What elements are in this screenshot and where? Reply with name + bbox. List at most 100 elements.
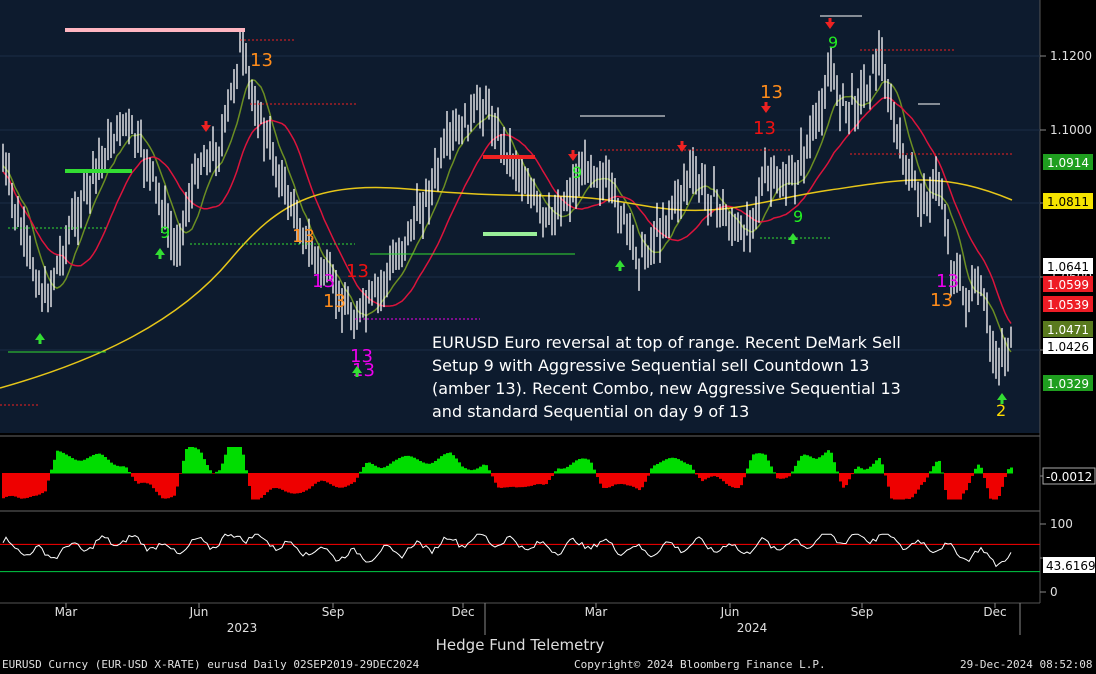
demark-count-label: 13 — [760, 82, 783, 103]
oscillator-bar — [707, 473, 710, 478]
oscillator-bar — [377, 467, 380, 474]
oscillator-bar — [308, 473, 311, 489]
oscillator-bar — [755, 453, 758, 474]
oscillator-bar — [488, 470, 491, 474]
oscillator-bar — [965, 473, 968, 491]
oscillator-bar — [476, 468, 479, 474]
oscillator-bar — [767, 460, 770, 474]
oscillator-bar — [266, 473, 269, 493]
oscillator-bar — [689, 464, 692, 474]
oscillator-bar — [896, 473, 899, 500]
oscillator-bar — [947, 473, 950, 500]
oscillator-bar — [356, 473, 359, 478]
price-level-label: 1.0914 — [1047, 156, 1089, 170]
oscillator-bar — [239, 447, 242, 474]
oscillator-bar — [842, 473, 845, 488]
oscillator-bar — [335, 473, 338, 488]
oscillator-bar — [521, 473, 524, 488]
month-label: Sep — [851, 605, 874, 619]
oscillator-bar — [11, 473, 14, 496]
oscillator-bar — [611, 473, 614, 487]
oscillator-bar — [590, 462, 593, 474]
oscillator-bar — [596, 473, 599, 478]
rsi-tick-label: 0 — [1050, 585, 1058, 599]
oscillator-bar — [242, 454, 245, 474]
oscillator-bar — [107, 459, 110, 474]
oscillator-bar — [173, 473, 176, 496]
oscillator-bar — [614, 473, 617, 485]
oscillator-bar — [491, 473, 494, 477]
month-label: Jun — [720, 605, 740, 619]
oscillator-bar — [620, 473, 623, 484]
oscillator-bar — [908, 473, 911, 499]
oscillator-bar — [317, 473, 320, 482]
oscillator-bar — [134, 473, 137, 482]
oscillator-bar — [737, 473, 740, 488]
oscillator-bar — [605, 473, 608, 488]
oscillator-bar — [1001, 473, 1004, 487]
oscillator-bar — [764, 454, 767, 474]
oscillator-bar — [395, 459, 398, 474]
oscillator-bar — [638, 473, 641, 491]
oscillator-bar — [371, 464, 374, 474]
oscillator-bar — [830, 452, 833, 474]
oscillator-bar — [761, 453, 764, 474]
oscillator-bar — [746, 468, 749, 474]
oscillator-bar — [251, 473, 254, 500]
oscillator-bar — [884, 473, 887, 476]
rsi-value-label: 43.6169 — [1046, 559, 1096, 573]
oscillator-bar — [257, 473, 260, 500]
oscillator-bar — [95, 453, 98, 474]
oscillator-bar — [179, 473, 182, 474]
oscillator-bar — [899, 473, 902, 500]
oscillator-bar — [677, 459, 680, 474]
year-label: 2024 — [737, 621, 768, 635]
oscillator-bar — [803, 454, 806, 474]
oscillator-bar — [749, 460, 752, 474]
oscillator-bar — [128, 471, 131, 474]
oscillator-bar — [290, 473, 293, 494]
demark-count-label: 9 — [572, 163, 582, 182]
oscillator-bar — [302, 473, 305, 492]
oscillator-bar — [680, 460, 683, 474]
oscillator-bar — [140, 473, 143, 483]
oscillator-bar — [800, 455, 803, 474]
oscillator-bar — [914, 473, 917, 494]
oscillator-bar — [458, 462, 461, 474]
oscillator-bar — [143, 473, 146, 483]
demark-count-label: 13 — [323, 291, 346, 312]
oscillator-bar — [479, 466, 482, 474]
oscillator-bar — [602, 473, 605, 488]
oscillator-bar — [326, 473, 329, 483]
oscillator-bar — [215, 471, 218, 474]
oscillator-bar — [164, 473, 167, 499]
oscillator-bar — [971, 473, 974, 476]
oscillator-bar — [83, 459, 86, 474]
oscillator-bar — [632, 473, 635, 487]
oscillator-bar — [968, 473, 971, 483]
oscillator-bar — [287, 473, 290, 493]
oscillator-bar — [17, 473, 20, 498]
oscillator-bar — [74, 459, 77, 474]
price-level-label: 1.0641 — [1047, 260, 1089, 274]
oscillator-bar — [89, 456, 92, 474]
oscillator-bar — [788, 473, 791, 477]
oscillator-bar — [905, 473, 908, 499]
oscillator-bar — [731, 473, 734, 488]
demark-count-label: 13 — [250, 50, 273, 71]
oscillator-bar — [446, 453, 449, 474]
oscillator-bar — [383, 467, 386, 474]
oscillator-bar — [941, 472, 944, 474]
oscillator-bar — [569, 464, 572, 474]
oscillator-bar — [293, 473, 296, 494]
oscillator-bar — [770, 466, 773, 474]
oscillator-bar — [692, 469, 695, 474]
oscillator-bar — [938, 460, 941, 474]
oscillator-bar — [149, 473, 152, 485]
demark-count-label: 9 — [828, 33, 838, 52]
oscillator-bar — [557, 468, 560, 474]
oscillator-bar — [350, 473, 353, 484]
oscillator-bar — [467, 469, 470, 474]
oscillator-bar — [200, 452, 203, 474]
oscillator-bar — [263, 473, 266, 495]
